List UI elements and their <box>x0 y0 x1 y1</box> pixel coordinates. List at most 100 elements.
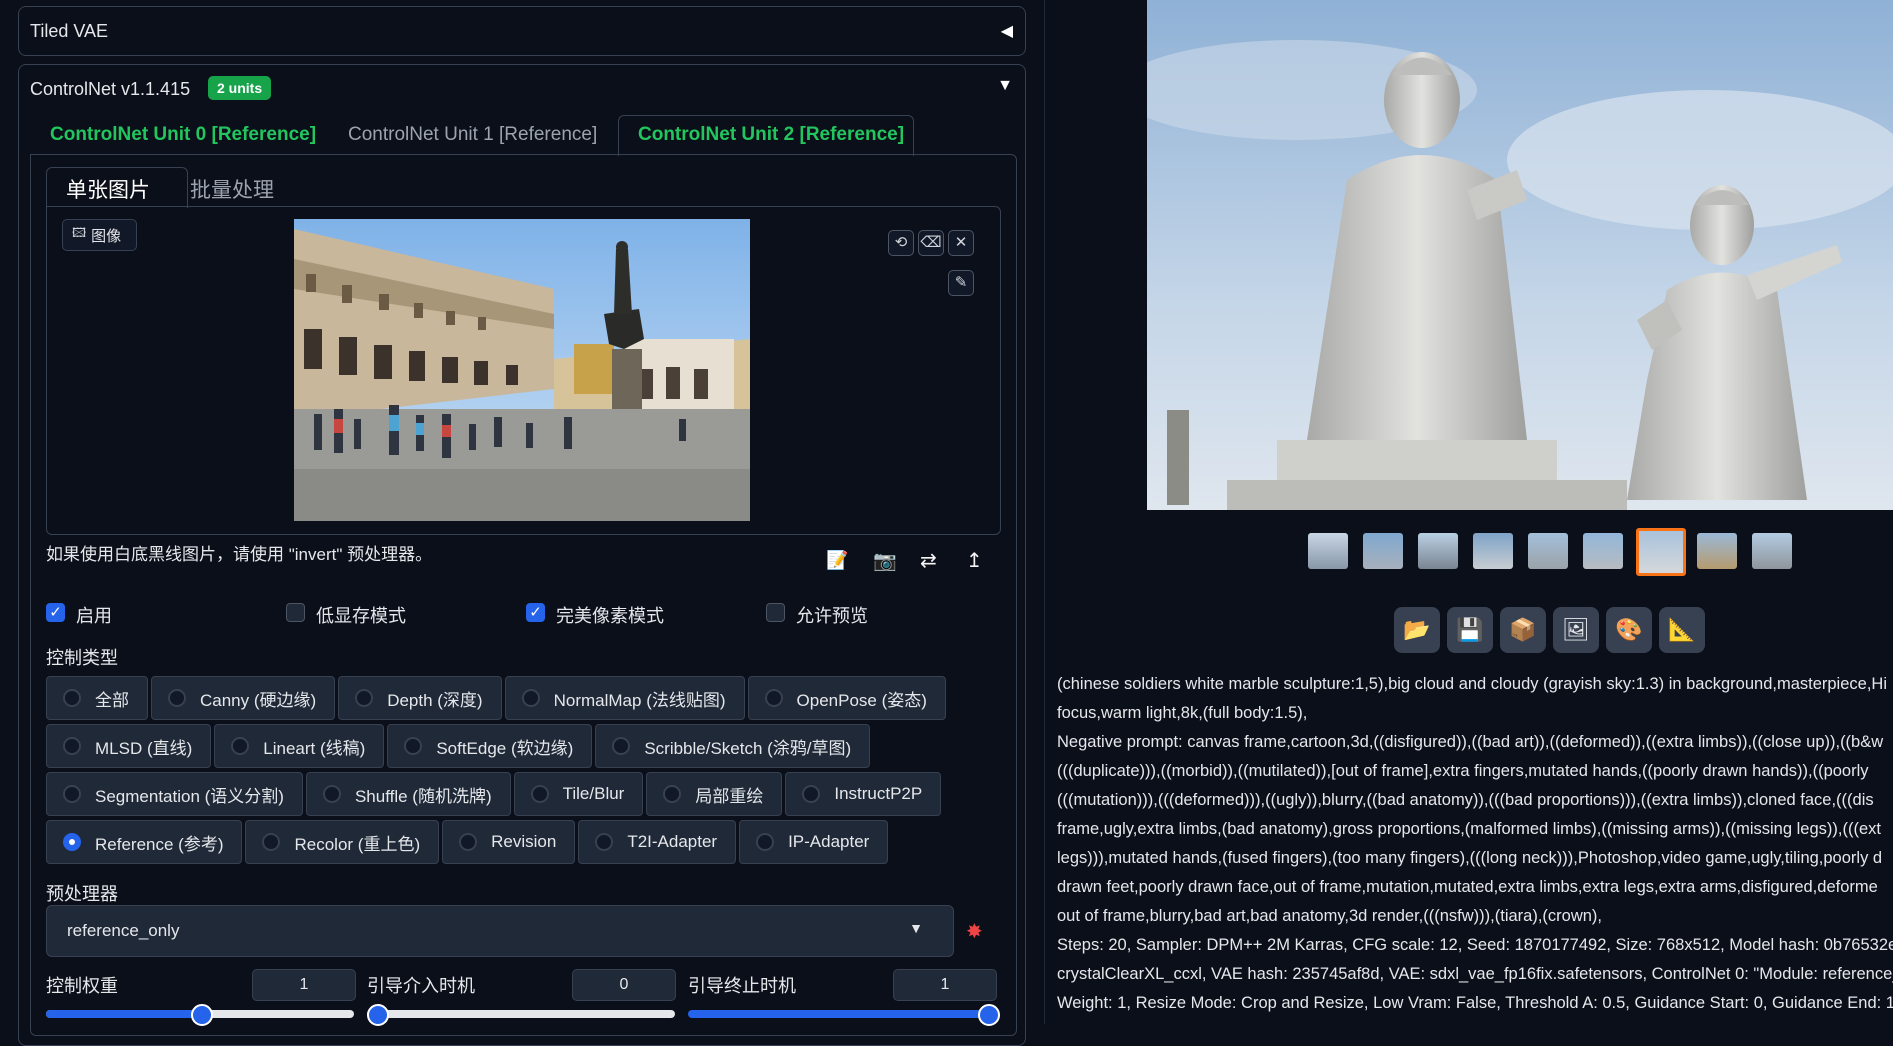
gallery-thumbnail[interactable] <box>1418 533 1458 569</box>
radio-dot <box>459 833 478 851</box>
low-vram-label: 低显存模式 <box>316 606 406 626</box>
preprocessor-label: 预处理器 <box>46 884 118 904</box>
control-type-option-selected[interactable]: Reference (参考) <box>46 820 243 864</box>
radio-dot <box>663 785 682 803</box>
zip-icon[interactable]: 📦 <box>1500 607 1546 653</box>
control-type-option[interactable]: T2I-Adapter <box>578 820 737 864</box>
allow-preview-checkbox[interactable] <box>766 603 785 622</box>
gallery-thumbnail[interactable] <box>1363 533 1403 569</box>
output-image[interactable] <box>1147 0 1893 510</box>
option-label: Lineart (线稿) <box>263 738 366 758</box>
edit-icon[interactable]: 📝 <box>826 550 848 571</box>
option-label: Canny (硬边缘) <box>200 690 317 710</box>
control-type-option[interactable]: SoftEdge (软边缘) <box>387 724 593 768</box>
brush-icon[interactable]: ✎ <box>948 270 974 296</box>
enable-checkbox[interactable]: ✓ <box>46 603 65 622</box>
info-line: Steps: 20, Sampler: DPM++ 2M Karras, CFG… <box>1057 936 1893 954</box>
control-type-option[interactable]: Depth (深度) <box>338 676 502 720</box>
control-type-row-3: Segmentation (语义分割) Shuffle (随机洗牌) Tile/… <box>46 772 944 816</box>
control-type-row-2: MLSD (直线) Lineart (线稿) SoftEdge (软边缘) Sc… <box>46 724 873 768</box>
units-badge: 2 units <box>208 76 272 100</box>
tiled-vae-accordion[interactable]: Tiled VAE ◀ <box>18 6 1026 56</box>
palette-icon[interactable]: 🎨 <box>1606 607 1652 653</box>
radio-dot-selected <box>63 833 81 851</box>
info-line: focus,warm light,8k,(full body:1.5), <box>1057 704 1308 722</box>
start-label: 引导介入时机 <box>367 976 475 996</box>
gallery-thumbnail[interactable] <box>1528 533 1568 569</box>
control-type-option[interactable]: NormalMap (法线贴图) <box>504 676 745 720</box>
radio-dot <box>530 785 549 803</box>
weight-slider-handle[interactable] <box>191 1004 213 1026</box>
gallery-thumbnail[interactable] <box>1697 533 1737 569</box>
preprocessor-select[interactable]: reference_only ▼ <box>46 905 954 957</box>
image-label: 图像 <box>91 227 122 245</box>
control-type-option[interactable]: Recolor (重上色) <box>245 820 440 864</box>
folder-icon[interactable]: 📂 <box>1394 607 1440 653</box>
collapse-arrow-icon[interactable]: ◀ <box>1001 21 1013 41</box>
start-slider[interactable] <box>367 1010 675 1018</box>
info-line: (((mutation))),(((deformed))),((ugly)),b… <box>1057 791 1874 809</box>
info-line: out of frame,blurry,bad art,bad anatomy,… <box>1057 907 1602 925</box>
control-type-option[interactable]: OpenPose (姿态) <box>747 676 946 720</box>
reference-image <box>294 219 750 521</box>
close-icon[interactable]: ✕ <box>948 230 974 256</box>
end-input[interactable]: 1 <box>893 969 997 1001</box>
tab-batch[interactable]: 批量处理 <box>190 174 274 204</box>
start-input[interactable]: 0 <box>572 969 676 1001</box>
swap-icon[interactable]: ⇄ <box>920 548 937 573</box>
tab-unit-2[interactable]: ControlNet Unit 2 [Reference] <box>638 124 904 146</box>
control-type-option[interactable]: IP-Adapter <box>739 820 889 864</box>
eraser-icon[interactable]: ⌫ <box>918 230 944 256</box>
tab-single-image[interactable]: 单张图片 <box>66 174 150 204</box>
pixel-perfect-checkbox[interactable]: ✓ <box>526 603 545 622</box>
control-type-option[interactable]: MLSD (直线) <box>46 724 212 768</box>
gallery-thumbnail[interactable] <box>1583 533 1623 569</box>
gallery-thumbnail[interactable] <box>1752 533 1792 569</box>
radio-dot <box>322 785 341 803</box>
control-type-option[interactable]: 全部 <box>46 676 148 720</box>
run-preprocessor-icon[interactable]: ✸ <box>966 919 983 944</box>
control-type-option[interactable]: Lineart (线稿) <box>214 724 385 768</box>
option-label: 全部 <box>95 690 129 710</box>
control-type-option[interactable]: Revision <box>442 820 576 864</box>
control-type-option[interactable]: Tile/Blur <box>513 772 644 816</box>
undo-icon[interactable]: ⟲ <box>888 230 914 256</box>
radio-dot <box>262 833 281 851</box>
weight-label: 控制权重 <box>46 976 118 996</box>
gallery-thumbnail-selected[interactable] <box>1636 528 1686 576</box>
save-icon[interactable]: 💾 <box>1447 607 1493 653</box>
tab-unit-0[interactable]: ControlNet Unit 0 [Reference] <box>50 124 316 146</box>
camera-icon[interactable]: 📷 <box>873 549 897 573</box>
tab-unit-1[interactable]: ControlNet Unit 1 [Reference] <box>348 124 597 146</box>
option-label: Revision <box>491 832 557 851</box>
start-slider-handle[interactable] <box>367 1004 389 1026</box>
control-type-option[interactable]: Canny (硬边缘) <box>151 676 336 720</box>
control-type-row-4: Reference (参考) Recolor (重上色) Revision T2… <box>46 820 891 864</box>
gallery-thumbnail[interactable] <box>1308 533 1348 569</box>
option-label: InstructP2P <box>834 784 923 803</box>
send-up-icon[interactable]: ↥ <box>966 548 983 573</box>
expand-arrow-icon[interactable]: ▼ <box>997 77 1013 95</box>
weight-input[interactable]: 1 <box>252 969 356 1001</box>
radio-dot <box>63 689 81 707</box>
radio-dot <box>595 833 614 851</box>
image-icon[interactable]: 🖼 <box>1553 607 1599 653</box>
end-slider[interactable] <box>688 1010 996 1018</box>
control-type-option[interactable]: Shuffle (随机洗牌) <box>305 772 511 816</box>
tiled-vae-title: Tiled VAE <box>30 21 109 41</box>
control-type-option[interactable]: Segmentation (语义分割) <box>46 772 303 816</box>
option-label: Depth (深度) <box>387 690 483 710</box>
enable-label: 启用 <box>76 606 112 626</box>
image-icon: 🖾 <box>72 225 87 240</box>
low-vram-checkbox[interactable] <box>286 603 305 622</box>
control-type-option[interactable]: Scribble/Sketch (涂鸦/草图) <box>595 724 871 768</box>
option-label: Segmentation (语义分割) <box>95 786 284 806</box>
statues-image <box>1147 0 1893 510</box>
gallery-thumbnail[interactable] <box>1473 533 1513 569</box>
end-slider-handle[interactable] <box>978 1004 1000 1026</box>
radio-dot <box>764 689 783 707</box>
control-type-option[interactable]: 局部重绘 <box>646 772 783 816</box>
control-type-option[interactable]: InstructP2P <box>785 772 942 816</box>
option-label: Scribble/Sketch (涂鸦/草图) <box>644 738 852 758</box>
ruler-icon[interactable]: 📐 <box>1659 607 1705 653</box>
